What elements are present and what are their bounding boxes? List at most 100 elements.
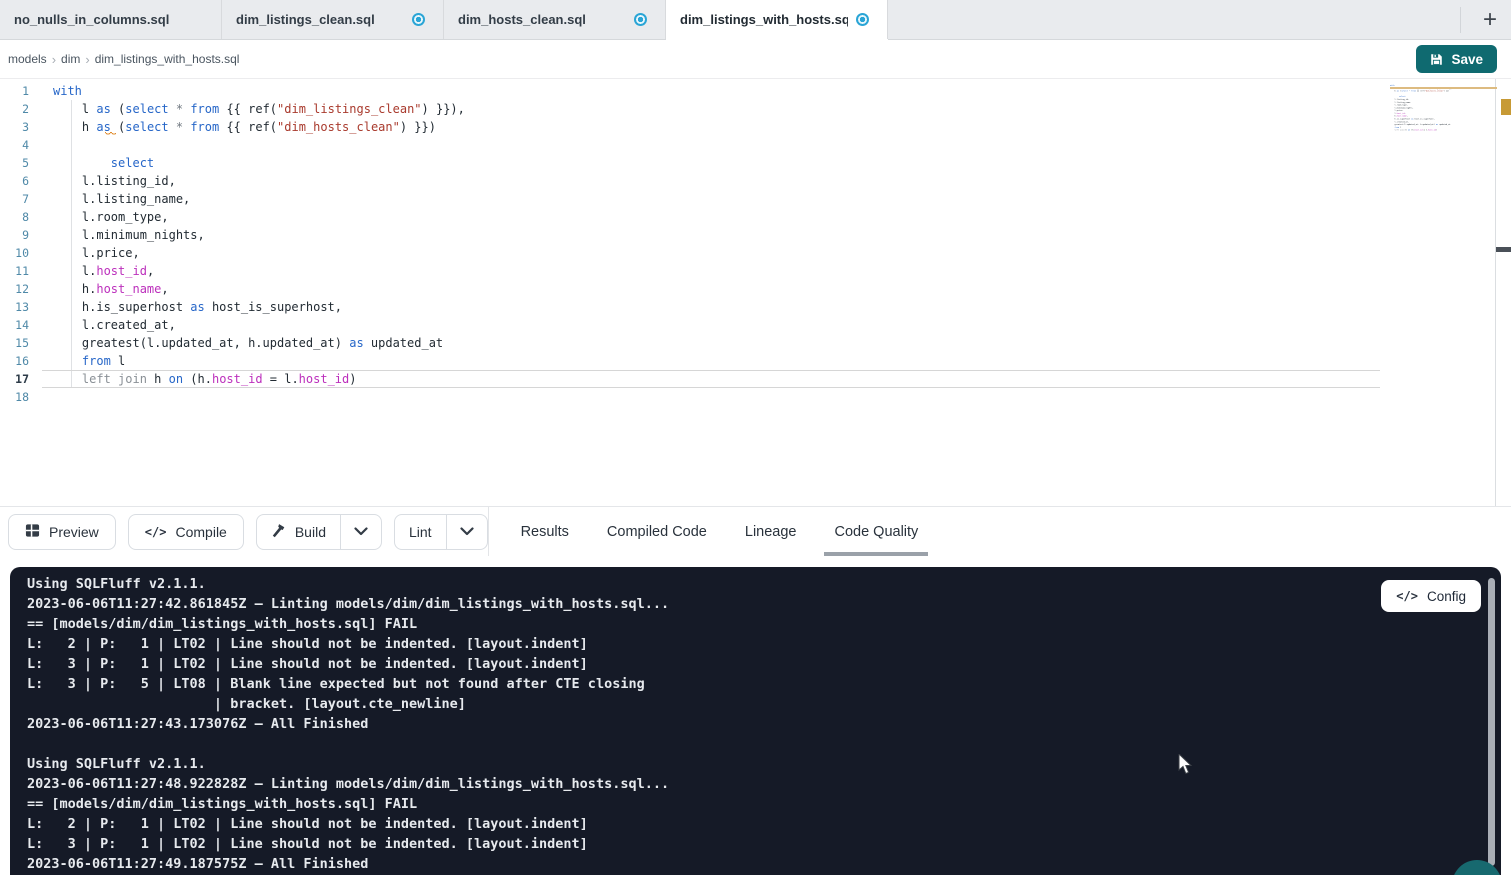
code-line[interactable]: 1with [0,82,1511,100]
file-tab-label: no_nulls_in_columns.sql [14,12,169,27]
code-line[interactable]: 14 l.created_at, [0,316,1511,334]
action-toolbar: Preview </> Compile Build [0,506,1511,556]
overview-ruler-position-marker [1496,247,1511,252]
file-tab[interactable]: dim_listings_clean.sql [222,0,444,39]
code-line[interactable]: 7 l.listing_name, [0,190,1511,208]
code-line-text: l.listing_id, [42,172,176,190]
code-line[interactable]: 16 from l [0,352,1511,370]
tabbar-right: + [1460,0,1511,39]
line-number: 1 [0,82,42,100]
line-number: 18 [0,388,42,406]
panel-tab-code-quality[interactable]: Code Quality [834,507,918,556]
code-line-text: left join h on (h.host_id = l.host_id) [42,370,356,388]
unsaved-changes-dot-icon [634,13,647,26]
line-number: 10 [0,244,42,262]
lint-button-label: Lint [409,524,432,540]
lint-button[interactable]: Lint [395,515,446,549]
code-line[interactable]: 5 select [0,154,1511,172]
breadcrumb: models›dim›dim_listings_with_hosts.sql [8,52,239,67]
save-button-label: Save [1451,52,1483,67]
panel-tab-results[interactable]: Results [521,507,569,556]
file-tab-label: dim_listings_with_hosts.sql [680,12,848,27]
code-line[interactable]: 12 h.host_name, [0,280,1511,298]
unsaved-changes-dot-icon [412,13,425,26]
preview-button[interactable]: Preview [8,514,116,550]
code-line[interactable]: 6 l.listing_id, [0,172,1511,190]
code-line[interactable]: 15 greatest(l.updated_at, h.updated_at) … [0,334,1511,352]
line-number: 8 [0,208,42,226]
code-line-text: l.minimum_nights, [42,226,205,244]
panel-tab-compiled-code[interactable]: Compiled Code [607,507,707,556]
new-tab-button[interactable]: + [1475,5,1505,35]
file-tab-bar: no_nulls_in_columns.sql dim_listings_clea… [0,0,1511,40]
file-tab-label: dim_listings_clean.sql [236,12,375,27]
lint-dropdown-button[interactable] [446,515,487,549]
terminal-scrollbar[interactable] [1488,578,1495,866]
minimap[interactable]: with l as (select * from {{ ref("dim_lis… [1390,84,1476,194]
config-button[interactable]: </> Config [1381,580,1481,612]
breadcrumb-bar: models›dim›dim_listings_with_hosts.sql S… [0,40,1511,79]
tabbar-divider [1460,7,1461,33]
preview-button-label: Preview [49,524,99,540]
code-line[interactable]: 3 h as (select * from {{ ref("dim_hosts_… [0,118,1511,136]
breadcrumb-separator: › [52,52,56,67]
terminal-panel: Using SQLFluff v2.1.1. 2023-06-06T11:27:… [10,567,1501,875]
save-button[interactable]: Save [1416,45,1497,73]
file-tab[interactable]: dim_listings_with_hosts.sql [666,0,888,39]
line-number: 5 [0,154,42,172]
file-tab[interactable]: dim_hosts_clean.sql [444,0,666,39]
build-split-button: Build [256,514,382,550]
code-lines: 1with2 l as (select * from {{ ref("dim_l… [0,82,1511,406]
code-line-text [42,136,53,154]
code-line-text: greatest(l.updated_at, h.updated_at) as … [42,334,443,352]
code-line-text: h.host_name, [42,280,169,298]
config-button-label: Config [1427,589,1466,604]
code-line[interactable]: 8 l.room_type, [0,208,1511,226]
floppy-disk-icon [1430,53,1443,66]
toolbar-buttons: Preview </> Compile Build [0,507,489,556]
code-line[interactable]: 9 l.minimum_nights, [0,226,1511,244]
code-line-text: h.is_superhost as host_is_superhost, [42,298,342,316]
code-line[interactable]: 4 [0,136,1511,154]
breadcrumb-item[interactable]: dim [61,52,80,66]
line-number: 13 [0,298,42,316]
terminal-wrap: Using SQLFluff v2.1.1. 2023-06-06T11:27:… [0,556,1511,875]
build-dropdown-button[interactable] [340,515,381,549]
file-tab[interactable]: no_nulls_in_columns.sql [0,0,222,39]
line-number: 16 [0,352,42,370]
code-line-text: l.host_id, [42,262,154,280]
code-line[interactable]: 2 l as (select * from {{ ref("dim_listin… [0,100,1511,118]
terminal-output: Using SQLFluff v2.1.1. 2023-06-06T11:27:… [10,567,1501,874]
code-line[interactable]: 18 [0,388,1511,406]
panel-tabs: Results Compiled Code Lineage Code Quality [489,507,919,556]
code-line-text: l as (select * from {{ ref("dim_listings… [42,100,465,118]
build-button-label: Build [295,524,326,540]
line-number: 15 [0,334,42,352]
line-number: 4 [0,136,42,154]
code-line-text: l.room_type, [42,208,169,226]
panel-tab-lineage[interactable]: Lineage [745,507,797,556]
code-line-text: select [42,154,154,172]
code-line[interactable]: 13 h.is_superhost as host_is_superhost, [0,298,1511,316]
file-tab-label: dim_hosts_clean.sql [458,12,586,27]
build-button[interactable]: Build [257,515,340,549]
code-line-text: l.listing_name, [42,190,190,208]
line-number: 11 [0,262,42,280]
code-editor[interactable]: 1with2 l as (select * from {{ ref("dim_l… [0,79,1511,506]
tabs-container: no_nulls_in_columns.sql dim_listings_clea… [0,0,888,39]
line-number: 2 [0,100,42,118]
line-number: 14 [0,316,42,334]
code-line-text: l.created_at, [42,316,176,334]
code-line[interactable]: 17 left join h on (h.host_id = l.host_id… [0,370,1511,388]
breadcrumb-item[interactable]: models [8,52,47,66]
line-number: 6 [0,172,42,190]
line-number: 9 [0,226,42,244]
code-line[interactable]: 10 l.price, [0,244,1511,262]
code-line-text: l.price, [42,244,140,262]
code-line[interactable]: 11 l.host_id, [0,262,1511,280]
line-number: 17 [0,370,42,388]
chevron-down-icon [460,523,474,541]
breadcrumb-item[interactable]: dim_listings_with_hosts.sql [95,52,240,66]
compile-button[interactable]: </> Compile [128,514,244,550]
code-line-text: with [42,82,82,100]
